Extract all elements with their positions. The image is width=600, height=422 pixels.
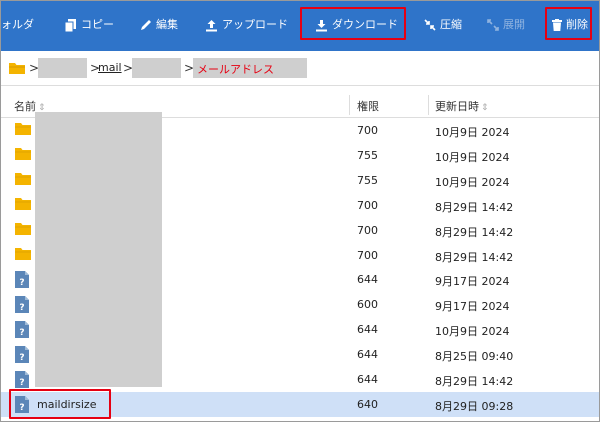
redacted-crumb[interactable] bbox=[132, 58, 181, 78]
permission-cell: 644 bbox=[357, 373, 378, 386]
folder-icon bbox=[15, 122, 31, 138]
svg-text:?: ? bbox=[19, 278, 24, 288]
compress-label: 圧縮 bbox=[440, 18, 462, 31]
permission-cell: 700 bbox=[357, 223, 378, 237]
header-permission[interactable]: 権限 bbox=[357, 98, 379, 114]
modified-cell: 10月9日 2024 bbox=[435, 325, 510, 339]
header-modified[interactable]: 更新日時 ⇕ bbox=[435, 98, 489, 114]
folder-icon bbox=[15, 222, 31, 238]
compress-button[interactable]: 圧縮 bbox=[424, 13, 462, 37]
svg-text:?: ? bbox=[19, 303, 24, 313]
trash-icon bbox=[552, 19, 562, 31]
download-button[interactable]: ダウンロード bbox=[315, 13, 398, 37]
edit-button[interactable]: 編集 bbox=[140, 13, 178, 37]
folder-icon bbox=[15, 147, 31, 163]
sort-icon: ⇕ bbox=[481, 103, 489, 113]
modified-cell: 8月29日 14:42 bbox=[435, 375, 514, 388]
permission-cell: 700 bbox=[357, 248, 378, 262]
upload-icon bbox=[206, 19, 217, 31]
modified-cell: 8月29日 09:28 bbox=[435, 399, 514, 413]
toolbar: ォルダ コピー 編集 アップロード ダウンロード 圧縮 展開 削除 bbox=[1, 1, 599, 51]
copy-button[interactable]: コピー bbox=[64, 13, 114, 37]
new-folder-label: ォルダ bbox=[1, 18, 34, 31]
modified-cell: 8月29日 14:42 bbox=[435, 200, 514, 214]
download-label: ダウンロード bbox=[332, 18, 398, 31]
edit-label: 編集 bbox=[156, 18, 178, 31]
selected-file-highlight bbox=[9, 388, 111, 419]
modified-cell: 10月9日 2024 bbox=[435, 175, 510, 189]
header-modified-label: 更新日時 bbox=[435, 100, 479, 113]
permission-cell: 755 bbox=[357, 148, 378, 162]
column-divider[interactable] bbox=[428, 95, 429, 115]
modified-cell: 8月29日 14:42 bbox=[435, 250, 514, 264]
breadcrumb-current: メールアドレス bbox=[193, 58, 307, 78]
modified-cell: 9月17日 2024 bbox=[435, 300, 510, 314]
delete-button[interactable]: 削除 bbox=[552, 13, 588, 37]
modified-cell: 10月9日 2024 bbox=[435, 150, 510, 164]
permission-cell: 644 bbox=[357, 348, 378, 362]
copy-label: コピー bbox=[81, 18, 114, 31]
svg-text:?: ? bbox=[19, 378, 24, 388]
compress-icon bbox=[424, 19, 436, 31]
folder-icon bbox=[15, 197, 31, 213]
extract-icon bbox=[487, 19, 499, 31]
unknown-file-icon: ? bbox=[15, 346, 29, 366]
download-icon bbox=[316, 19, 327, 31]
copy-icon bbox=[64, 18, 76, 32]
svg-text:?: ? bbox=[19, 328, 24, 338]
folder-icon bbox=[15, 247, 31, 263]
permission-cell: 755 bbox=[357, 173, 378, 187]
svg-text:?: ? bbox=[19, 353, 24, 363]
extract-button[interactable]: 展開 bbox=[487, 13, 525, 37]
modified-cell: 10月9日 2024 bbox=[435, 126, 510, 139]
modified-cell: 9月17日 2024 bbox=[435, 275, 510, 289]
breadcrumb: > > mail > > メールアドレス bbox=[1, 51, 599, 86]
delete-label: 削除 bbox=[566, 18, 588, 31]
permission-cell: 644 bbox=[357, 323, 378, 337]
header-permission-label: 権限 bbox=[357, 100, 379, 113]
header-name-label: 名前 bbox=[14, 100, 36, 113]
upload-button[interactable]: アップロード bbox=[205, 13, 288, 37]
upload-label: アップロード bbox=[222, 18, 288, 31]
edit-icon bbox=[141, 20, 151, 30]
breadcrumb-current-label: メールアドレス bbox=[197, 63, 274, 76]
permission-cell: 700 bbox=[357, 124, 378, 137]
breadcrumb-mail[interactable]: mail bbox=[98, 61, 122, 74]
redacted-crumb[interactable] bbox=[38, 58, 87, 78]
extract-label: 展開 bbox=[503, 18, 525, 31]
new-folder-button[interactable]: ォルダ bbox=[1, 13, 34, 37]
redacted-names bbox=[35, 112, 162, 387]
file-manager: ォルダ コピー 編集 アップロード ダウンロード 圧縮 展開 削除 > > ma… bbox=[0, 0, 600, 422]
modified-cell: 8月25日 09:40 bbox=[435, 350, 514, 364]
home-folder-icon[interactable] bbox=[9, 62, 25, 74]
unknown-file-icon: ? bbox=[15, 296, 29, 316]
modified-cell: 8月29日 14:42 bbox=[435, 225, 514, 239]
unknown-file-icon: ? bbox=[15, 271, 29, 291]
permission-cell: 640 bbox=[357, 397, 378, 411]
permission-cell: 700 bbox=[357, 198, 378, 212]
column-divider[interactable] bbox=[349, 95, 350, 115]
permission-cell: 644 bbox=[357, 273, 378, 287]
permission-cell: 600 bbox=[357, 298, 378, 312]
unknown-file-icon: ? bbox=[15, 321, 29, 341]
folder-icon bbox=[15, 172, 31, 188]
